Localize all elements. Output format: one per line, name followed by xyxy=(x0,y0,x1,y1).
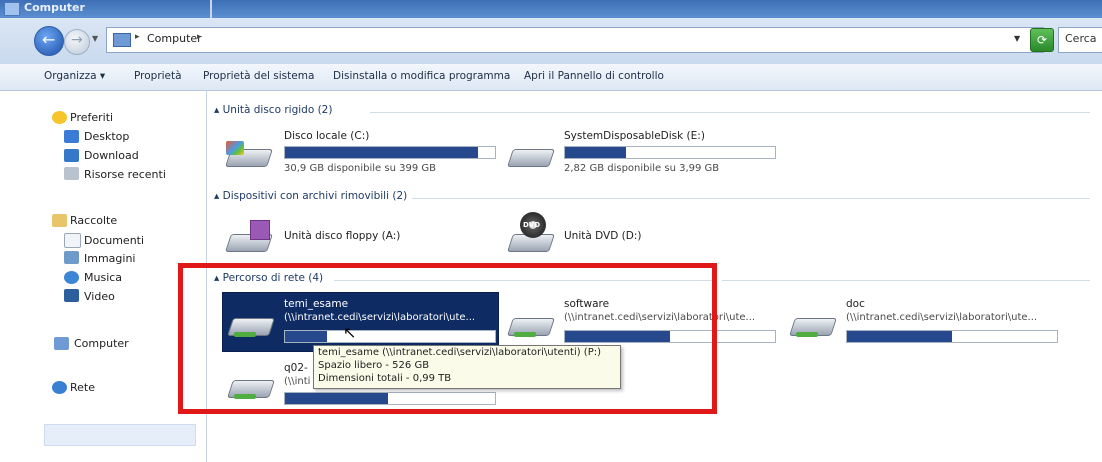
breadcrumb-chevron-icon[interactable]: ▸ xyxy=(197,32,202,42)
drive-e-name[interactable]: SystemDisposableDisk (E:) xyxy=(564,130,705,142)
computer-icon xyxy=(113,33,131,47)
organize-menu[interactable]: Organizza ▾ xyxy=(44,70,105,82)
sidebar-item-computer-label[interactable]: Computer xyxy=(74,337,129,350)
uninstall-program-button[interactable]: Disinstalla o modifica programma xyxy=(333,70,510,82)
sidebar-item-musica[interactable]: Musica xyxy=(84,271,122,284)
dvd-drive-name[interactable]: Unità DVD (D:) xyxy=(564,230,641,242)
group-divider xyxy=(722,280,1090,281)
address-toolbar: ← → ▼ ▸ Computer ▸ ▼ ⟳ Cerca xyxy=(0,18,1102,64)
floppy-drive-icon[interactable] xyxy=(225,220,273,254)
drive-e-info: 2,82 GB disponibile su 3,99 GB xyxy=(564,163,720,174)
refresh-button[interactable]: ⟳ xyxy=(1030,28,1054,52)
window-title-bar[interactable]: Computer xyxy=(0,0,1102,18)
network-icon xyxy=(52,381,67,394)
sidebar-item-preferiti[interactable]: Preferiti xyxy=(70,111,113,124)
navigation-pane: Preferiti Desktop Download Risorse recen… xyxy=(0,91,206,462)
group-divider xyxy=(370,112,1090,113)
desktop-icon xyxy=(64,130,79,143)
computer-icon xyxy=(54,337,69,350)
open-control-panel-button[interactable]: Apri il Pannello di controllo xyxy=(524,70,664,82)
computer-icon xyxy=(4,2,20,16)
dvd-drive-icon[interactable]: DVD xyxy=(507,212,555,254)
sidebar-item-raccolte[interactable]: Raccolte xyxy=(70,214,117,227)
chevron-right-icon[interactable]: ▸ xyxy=(135,32,140,42)
drive-c-info: 30,9 GB disponibile su 399 GB xyxy=(284,163,436,174)
network-drive-doc-name[interactable]: doc xyxy=(846,298,865,310)
pictures-icon xyxy=(64,251,79,264)
drive-e-usage-bar xyxy=(564,146,776,159)
group-header-removable[interactable]: ▴ Dispositivi con archivi rimovibili (2) xyxy=(214,190,407,202)
music-icon xyxy=(64,271,79,284)
hard-disk-icon[interactable] xyxy=(507,141,555,169)
drive-c-name[interactable]: Disco locale (C:) xyxy=(284,130,369,142)
system-properties-button[interactable]: Proprietà del sistema xyxy=(203,70,314,82)
sidebar-item-documenti[interactable]: Documenti xyxy=(84,234,144,247)
group-label: Unità disco rigido (2) xyxy=(222,104,333,116)
history-dropdown-icon[interactable]: ▼ xyxy=(92,34,98,43)
address-field[interactable]: ▸ Computer ▸ xyxy=(106,27,1044,53)
drive-c-usage-bar xyxy=(284,146,496,159)
sidebar-item-download[interactable]: Download xyxy=(84,149,139,162)
usage-fill xyxy=(285,147,479,158)
breadcrumb-computer[interactable]: Computer xyxy=(147,32,202,45)
search-placeholder: Cerca xyxy=(1065,32,1097,45)
window-title: Computer xyxy=(24,1,85,14)
network-drive-doc-path: (\\intranet.cedi\servizi\laboratori\ute.… xyxy=(846,312,1038,323)
download-icon xyxy=(64,149,79,162)
usage-fill xyxy=(847,331,952,342)
recent-places-icon xyxy=(64,167,79,180)
divider xyxy=(210,0,212,18)
libraries-icon xyxy=(52,214,67,227)
documents-icon xyxy=(64,233,81,248)
command-bar: Organizza ▾ Proprietà Proprietà del sist… xyxy=(0,64,1102,91)
sidebar-item-desktop[interactable]: Desktop xyxy=(84,130,129,143)
floppy-drive-name[interactable]: Unità disco floppy (A:) xyxy=(284,230,400,242)
highlight-annotation xyxy=(178,263,717,414)
hard-disk-icon[interactable] xyxy=(225,141,273,169)
network-drive-icon[interactable] xyxy=(789,310,837,338)
back-button[interactable]: ← xyxy=(34,26,64,56)
arrow-left-icon: ← xyxy=(42,30,56,49)
sidebar-item-video[interactable]: Video xyxy=(84,290,115,303)
star-icon xyxy=(52,111,67,124)
group-divider xyxy=(412,198,1090,199)
search-input[interactable]: Cerca xyxy=(1058,27,1102,53)
forward-button[interactable]: → xyxy=(64,29,90,55)
usage-fill xyxy=(565,147,626,158)
group-label: Dispositivi con archivi rimovibili (2) xyxy=(222,190,408,202)
sidebar-item-risorse-recenti[interactable]: Risorse recenti xyxy=(84,168,166,181)
network-drive-doc-usage-bar xyxy=(846,330,1058,343)
properties-button[interactable]: Proprietà xyxy=(134,70,182,82)
video-icon xyxy=(64,289,79,302)
arrow-right-icon: → xyxy=(71,32,83,48)
sidebar-item-computer[interactable] xyxy=(44,424,196,446)
refresh-icon: ⟳ xyxy=(1036,33,1048,47)
group-header-hard-disks[interactable]: ▴ Unità disco rigido (2) xyxy=(214,104,332,116)
address-dropdown-icon[interactable]: ▼ xyxy=(1014,34,1020,43)
sidebar-item-rete[interactable]: Rete xyxy=(70,381,95,394)
sidebar-item-immagini[interactable]: Immagini xyxy=(84,252,135,265)
